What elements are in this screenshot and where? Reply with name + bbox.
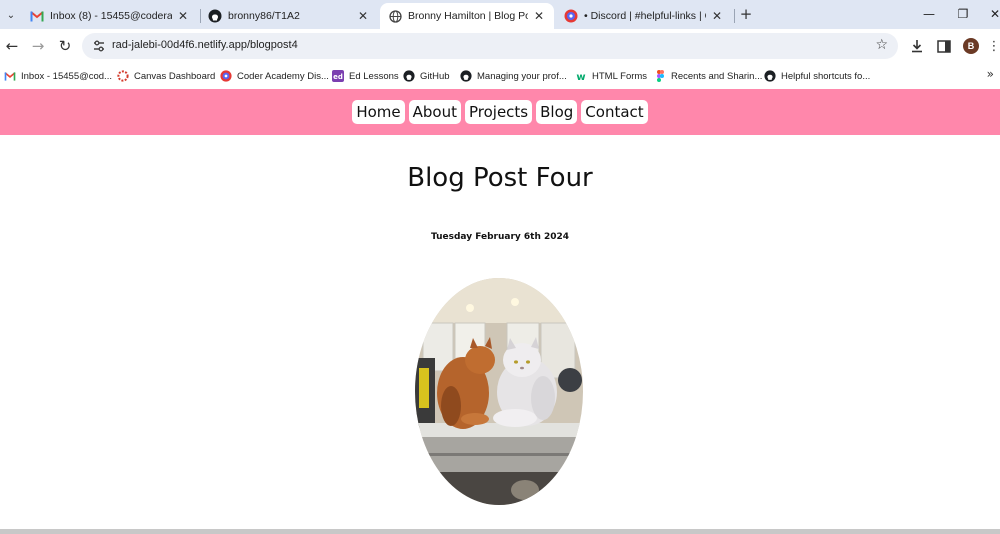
close-tab-icon[interactable]: ✕ <box>710 9 724 23</box>
globe-icon <box>388 9 402 23</box>
figma-icon <box>654 70 666 82</box>
tab-github[interactable]: bronny86/T1A2 ✕ <box>200 3 378 29</box>
minimize-icon[interactable]: — <box>919 5 939 23</box>
bookmark-label: Canvas Dashboard <box>134 70 216 82</box>
tab-gmail[interactable]: Inbox (8) - 15455@coderacademy.edu.au ✕ <box>22 3 198 29</box>
github-icon <box>403 70 415 82</box>
bookmark-label: Recents and Sharin... <box>671 70 763 82</box>
w3schools-icon: w <box>575 70 587 82</box>
bookmark-github[interactable]: GitHub <box>403 67 450 85</box>
ed-icon: ed <box>332 70 344 82</box>
bookmark-label: Coder Academy Dis... <box>237 70 329 82</box>
bookmark-inbox[interactable]: Inbox - 15455@cod... <box>4 67 112 85</box>
bookmark-figma-recents[interactable]: Recents and Sharin... <box>654 67 762 85</box>
bookmark-managing-profile[interactable]: Managing your prof... <box>460 67 567 85</box>
more-bookmarks-icon[interactable]: » <box>987 67 994 81</box>
post-date: Tuesday February 6th 2024 <box>430 232 570 242</box>
site-info-icon[interactable] <box>92 39 106 53</box>
close-tab-icon[interactable]: ✕ <box>176 9 190 23</box>
page-viewport: Home About Projects Blog Contact Blog Po… <box>0 89 1000 534</box>
restore-icon[interactable]: ❐ <box>953 5 973 23</box>
bookmark-ed-lessons[interactable]: ed Ed Lessons <box>332 67 399 85</box>
menu-kebab-icon[interactable]: ⋮ <box>988 37 1000 55</box>
bookmark-star-icon[interactable]: ☆ <box>875 37 888 53</box>
nav-about-link[interactable]: About <box>408 100 461 124</box>
download-icon[interactable] <box>908 37 926 55</box>
nav-contact-link[interactable]: Contact <box>581 100 648 124</box>
new-tab-button[interactable]: + <box>738 6 754 22</box>
github-icon <box>460 70 472 82</box>
reload-icon[interactable]: ↻ <box>56 37 74 55</box>
nav-projects-link[interactable]: Projects <box>464 100 533 124</box>
tab-blog-post[interactable]: Bronny Hamilton | Blog Post ✕ <box>380 3 554 29</box>
browser-toolbar: ← → ↻ rad-jalebi-00d4f6.netlify.app/blog… <box>0 29 1000 63</box>
tab-search-button[interactable]: ⌄ <box>2 6 20 24</box>
profile-avatar[interactable]: B <box>963 38 979 54</box>
site-nav: Home About Projects Blog Contact <box>0 89 1000 135</box>
close-window-icon[interactable]: ✕ <box>985 5 1000 23</box>
chevron-down-icon: ⌄ <box>6 9 16 21</box>
back-arrow-icon[interactable]: ← <box>3 37 21 55</box>
bookmark-label: Ed Lessons <box>349 70 399 82</box>
tab-strip: ⌄ Inbox (8) - 15455@coderacademy.edu.au … <box>0 0 1000 29</box>
discord-icon <box>220 70 232 82</box>
bookmark-label: HTML Forms <box>592 70 648 82</box>
close-tab-icon[interactable]: ✕ <box>532 9 546 23</box>
bookmark-coder-academy-discord[interactable]: Coder Academy Dis... <box>220 67 329 85</box>
github-icon <box>764 70 776 82</box>
bookmark-html-forms[interactable]: w HTML Forms <box>575 67 647 85</box>
bookmarks-bar: Inbox - 15455@cod... Canvas Dashboard Co… <box>0 63 1000 89</box>
bookmark-label: GitHub <box>420 70 450 82</box>
tab-title: Inbox (8) - 15455@coderacademy.edu.au <box>50 10 172 22</box>
gmail-icon <box>30 9 44 23</box>
bookmark-label: Helpful shortcuts fo... <box>781 70 871 82</box>
discord-icon <box>564 9 578 23</box>
side-panel-icon[interactable] <box>935 37 953 55</box>
tab-separator <box>734 9 735 23</box>
bookmark-canvas[interactable]: Canvas Dashboard <box>117 67 215 85</box>
tab-title: • Discord | #helpful-links | Coder Acade… <box>584 10 706 22</box>
tab-title: Bronny Hamilton | Blog Post <box>408 10 528 22</box>
two-cats-photo <box>415 278 583 505</box>
address-bar[interactable]: rad-jalebi-00d4f6.netlify.app/blogpost4 … <box>82 33 898 59</box>
post-title: Blog Post Four <box>407 163 593 193</box>
bookmark-helpful-shortcuts[interactable]: Helpful shortcuts fo... <box>764 67 870 85</box>
forward-arrow-icon[interactable]: → <box>29 37 47 55</box>
github-icon <box>208 9 222 23</box>
close-tab-icon[interactable]: ✕ <box>356 9 370 23</box>
gmail-icon <box>4 70 16 82</box>
svg-text:ed: ed <box>333 73 343 81</box>
bookmark-label: Inbox - 15455@cod... <box>21 70 112 82</box>
tab-title: bronny86/T1A2 <box>228 10 300 22</box>
tab-discord[interactable]: • Discord | #helpful-links | Coder Acade… <box>556 3 732 29</box>
nav-blog-link[interactable]: Blog <box>536 100 578 124</box>
horizontal-scrollbar[interactable] <box>0 529 1000 534</box>
nav-home-link[interactable]: Home <box>352 100 405 124</box>
canvas-icon <box>117 70 129 82</box>
svg-text:w: w <box>576 72 585 82</box>
bookmark-label: Managing your prof... <box>477 70 567 82</box>
url-text[interactable]: rad-jalebi-00d4f6.netlify.app/blogpost4 <box>112 39 298 51</box>
